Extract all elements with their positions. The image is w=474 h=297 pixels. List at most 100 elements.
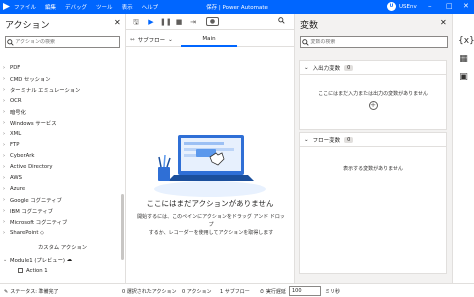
actions-scrollbar[interactable] [121,194,124,260]
selected-actions-text: 0 選択されたアクション [122,289,177,295]
action-group-ftp[interactable]: › FTP [3,140,19,149]
empty-state-title: ここにはまだアクションがありません [146,199,274,208]
variables-icon[interactable]: {x} [458,36,474,47]
empty-desc-line-2: するか、レコーダーを使用してアクションを取得します [148,230,274,236]
run-delay-input[interactable]: 100 [289,286,321,296]
flow-variables-count: 0 [344,136,354,143]
chevron-right-icon: › [3,218,5,225]
chevron-right-icon: › [3,185,5,192]
action-group-ibm-cognitive[interactable]: › IBM コグニティブ [3,206,53,215]
action-group-label: Google コグニティブ [10,197,62,204]
variables-panel-title: 変数 [300,21,319,31]
step-icon[interactable]: ⇥ [188,17,198,27]
tab-main[interactable]: Main [181,33,237,47]
title-bar: ファイル 編集 デバッグ ツール 表示 ヘルプ 保存 | Power Autom… [0,0,474,14]
action-group-label: PDF [10,64,21,71]
close-icon[interactable]: ✕ [440,18,447,27]
action-group-azure[interactable]: › Azure [3,184,25,193]
timer-icon: ⏱ [260,288,264,295]
action-group-label: CMD セッション [10,76,51,83]
flow-variables-title: フロー変数 [312,137,341,144]
chevron-right-icon: › [3,119,5,126]
chevron-down-icon: ⌄ [304,136,309,143]
images-icon[interactable]: ▣ [458,72,469,83]
action-group-google-cognitive[interactable]: › Google コグニティブ [3,195,62,204]
custom-action-item[interactable]: Action 1 [18,266,48,275]
subflows-dropdown[interactable]: ⇿ サブフロー ⌄ [130,36,173,44]
action-group-terminal[interactable]: › ターミナル エミュレーション [3,85,80,94]
action-group-xml[interactable]: › XML [3,129,21,138]
run-delay-unit-text: ミリ秒 [325,289,341,295]
run-icon[interactable]: ▶ [146,17,156,27]
chevron-right-icon: › [3,75,5,82]
action-group-cryptography[interactable]: › 暗号化 [3,107,26,116]
custom-module-group[interactable]: ⌄ Module1 (プレビュー) ☁ [3,255,72,264]
action-group-label: SharePoint [10,229,39,236]
chevron-down-icon: ⌄ [168,37,173,43]
action-group-windows-services[interactable]: › Windows サービス [3,118,57,127]
action-group-label: IBM コグニティブ [10,208,53,215]
action-group-ocr[interactable]: › OCR [3,96,22,105]
subflow-count-text: 1 サブフロー [220,289,250,295]
actions-panel: アクション ✕ ›PDF ›CMD セッション ›ターミナル エミュレーション … [0,14,126,283]
pause-icon[interactable]: ❚❚ [160,17,172,27]
status-state: ✎ ステータス: 準備完了 [4,288,58,296]
run-delay-label: 実行遅延 [265,289,286,295]
action-group-active-directory[interactable]: › Active Directory [3,162,52,171]
chevron-right-icon: › [3,207,5,214]
minimize-icon[interactable]: – [428,2,432,11]
designer-toolbar: 🖫 ▶ ❚❚ ■ ⇥ ● [126,14,294,30]
action-group-sharepoint[interactable]: › SharePoint ◇ [3,228,44,237]
close-window-icon[interactable]: ✕ [463,2,469,11]
action-group-label: Azure [10,185,26,192]
flow-variables-empty: 表示する変数がありません [343,166,403,172]
action-group-aws[interactable]: › AWS [3,173,22,182]
cloud-icon: ☁ [66,256,73,263]
action-group-label: 暗号化 [10,109,26,116]
variables-panel: 変数 ✕ ⌄ 入出力変数 0 ここにはまだ入力または出力の変数がありません + … [294,14,452,283]
action-group-label: Microsoft コグニティブ [10,219,68,226]
action-group-cmd[interactable]: › CMD セッション [3,74,51,83]
action-item-icon [18,268,23,273]
empty-desc-line-1: 開始するには、このペインにアクションをドラッグ アンド ドロップ [137,214,285,228]
variable-search-box[interactable] [300,36,448,48]
search-icon[interactable] [276,17,286,27]
io-variables-count: 0 [344,64,354,71]
close-icon[interactable]: ✕ [114,18,121,27]
user-name: USEnv [399,3,417,10]
action-group-label: ターミナル エミュレーション [10,87,81,94]
status-icon: ✎ [4,288,9,295]
status-bar: ✎ ステータス: 準備完了 0 選択されたアクション 0 アクション 1 サブフ… [0,283,474,297]
io-variables-body: ここにはまだ入力または出力の変数がありません + [300,75,446,110]
action-search-box[interactable] [5,36,120,48]
io-variables-header[interactable]: ⌄ 入出力変数 0 [300,61,446,75]
save-icon[interactable]: 🖫 [131,17,141,27]
action-group-cyberark[interactable]: › CyberArk [3,151,35,160]
action-group-pdf[interactable]: › PDF [3,63,20,72]
user-account[interactable]: U USEnv [387,2,417,11]
stop-icon[interactable]: ■ [174,17,184,27]
action-group-microsoft-cognitive[interactable]: › Microsoft コグニティブ [3,217,67,226]
action-count-text: 0 アクション [182,289,212,295]
variable-search-input[interactable] [310,39,447,45]
add-variable-icon[interactable]: + [368,101,378,110]
recorder-icon[interactable]: ● [206,17,219,26]
actions-panel-title: アクション [5,21,50,31]
action-search-input[interactable] [15,39,119,45]
subflow-icon: ⇿ [130,37,135,43]
io-variables-title: 入出力変数 [312,65,341,72]
chevron-right-icon: › [3,196,5,203]
maximize-icon[interactable]: □ [446,2,453,11]
ui-elements-icon[interactable]: ▦ [458,54,469,65]
chevron-down-icon: ⌄ [3,256,8,263]
search-icon [6,37,15,47]
chevron-right-icon: › [3,163,5,170]
flow-variables-header[interactable]: ⌄ フロー変数 0 [300,133,446,147]
subflow-tabs: ⇿ サブフロー ⌄ Main [126,33,294,47]
subflow-count: 1 サブフロー [220,288,250,295]
action-group-label: FTP [10,141,20,148]
subflows-label: サブフロー [137,38,166,44]
chevron-down-icon: ⌄ [304,64,309,71]
selected-actions: 0 選択されたアクション [122,288,177,295]
action-count: 0 アクション [182,288,212,295]
